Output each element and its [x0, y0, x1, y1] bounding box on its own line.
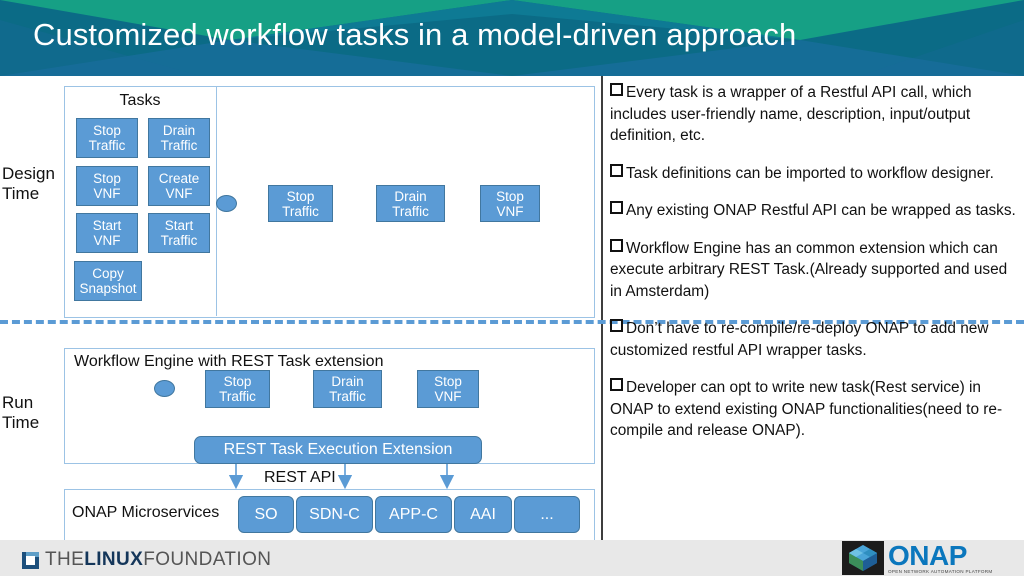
node-line2: Traffic [219, 389, 256, 404]
bullet-list: Every task is a wrapper of a Restful API… [610, 82, 1022, 552]
bullet-text: Task definitions can be imported to work… [626, 164, 994, 182]
bullet-text: Developer can opt to write new task(Rest… [610, 379, 1003, 439]
design-flow-start-node [216, 195, 237, 212]
chip-line1: Stop [93, 171, 121, 186]
chip-line1: Stop [93, 123, 121, 138]
chip-line2: Snapshot [79, 281, 137, 296]
bullet-item: Developer can opt to write new task(Rest… [610, 377, 1022, 442]
node-line2: Traffic [282, 203, 319, 219]
bullet-item: Task definitions can be imported to work… [610, 163, 1022, 185]
design-time-label: Design Time [2, 164, 55, 203]
run-flow-node-stop-traffic[interactable]: Stop Traffic [205, 370, 270, 408]
lf-foundation: FOUNDATION [143, 549, 272, 570]
task-chip-start-traffic[interactable]: Start Traffic [148, 213, 210, 253]
chip-line2: VNF [93, 186, 121, 201]
microservice-chip-sdn-c[interactable]: SDN-C [296, 496, 373, 533]
bullet-text: Workflow Engine has an common extension … [610, 239, 1008, 300]
linux-foundation-logo: THELINUXFOUNDATION [22, 549, 271, 571]
chip-line2: VNF [165, 186, 193, 201]
task-chip-create-vnf[interactable]: Create VNF [148, 166, 210, 206]
bullet-text: Any existing ONAP Restful API can be wra… [626, 202, 1016, 219]
lf-the: THE [45, 549, 85, 570]
chip-line2: Traffic [88, 138, 126, 153]
design-flow-node-stop-traffic[interactable]: Stop Traffic [268, 185, 333, 222]
onap-hexagon-icon [842, 541, 884, 575]
microservice-chip-so[interactable]: SO [238, 496, 294, 533]
node-line2: Traffic [329, 389, 366, 404]
chip-line2: Traffic [160, 233, 198, 248]
onap-tagline: OPEN NETWORK AUTOMATION PLATFORM [888, 568, 993, 574]
task-chip-stop-traffic[interactable]: Stop Traffic [76, 118, 138, 158]
bullet-item: Every task is a wrapper of a Restful API… [610, 82, 1022, 147]
node-line2: Traffic [392, 203, 429, 219]
bullet-square-icon [610, 378, 623, 391]
page-title: Customized workflow tasks in a model-dri… [33, 17, 797, 52]
node-line1: Drain [394, 188, 427, 204]
bullet-square-icon [610, 163, 623, 177]
microservice-chip-more[interactable]: ... [514, 496, 580, 533]
design-flow-node-stop-vnf[interactable]: Stop VNF [480, 185, 540, 222]
task-chip-start-vnf[interactable]: Start VNF [76, 213, 138, 253]
bullet-square-icon [610, 201, 623, 214]
node-line1: Stop [434, 374, 462, 389]
run-time-label: Run Time [2, 393, 40, 432]
node-line1: Stop [223, 374, 252, 389]
node-line1: Stop [496, 188, 524, 204]
chip-line1: Drain [162, 123, 196, 138]
bullet-text: Every task is a wrapper of a Restful API… [610, 84, 972, 144]
bullet-square-icon [610, 319, 623, 332]
chip-line1: Copy [92, 266, 124, 281]
column-divider [601, 76, 603, 540]
node-line1: Drain [331, 374, 364, 389]
node-line2: VNF [496, 203, 524, 219]
rest-task-execution-extension[interactable]: REST Task Execution Extension [194, 436, 482, 464]
design-flow-node-drain-traffic[interactable]: Drain Traffic [376, 185, 445, 222]
workflow-engine-title: Workflow Engine with REST Task extension [74, 353, 384, 370]
chip-line2: Traffic [160, 138, 198, 153]
microservice-chip-app-c[interactable]: APP-C [375, 496, 452, 533]
microservices-label: ONAP Microservices [72, 504, 220, 521]
run-flow-node-stop-vnf[interactable]: Stop VNF [417, 370, 479, 408]
task-chip-copy-snapshot[interactable]: Copy Snapshot [74, 261, 142, 301]
bullet-item: Don’t have to re-compile/re-deploy ONAP … [610, 318, 1022, 361]
onap-wordmark: ONAP [888, 539, 967, 571]
node-line1: Stop [286, 188, 315, 204]
bullet-text: Don’t have to re-compile/re-deploy ONAP … [610, 320, 989, 359]
bullet-item: Any existing ONAP Restful API can be wra… [610, 200, 1022, 222]
bullet-square-icon [610, 83, 623, 96]
chip-line1: Start [92, 218, 122, 233]
rest-api-label: REST API [264, 469, 336, 486]
node-line2: VNF [434, 389, 462, 404]
chip-line2: VNF [93, 233, 121, 248]
tasks-title: Tasks [119, 92, 161, 109]
lf-linux: LINUX [84, 549, 144, 570]
onap-logo: ONAP OPEN NETWORK AUTOMATION PLATFORM [842, 541, 993, 575]
run-flow-node-drain-traffic[interactable]: Drain Traffic [313, 370, 382, 408]
run-flow-start-node [154, 380, 175, 397]
task-chip-stop-vnf[interactable]: Stop VNF [76, 166, 138, 206]
chip-line1: Start [164, 218, 194, 233]
task-chip-drain-traffic[interactable]: Drain Traffic [148, 118, 210, 158]
linux-foundation-text: THELINUXFOUNDATION [45, 549, 271, 571]
slide-header: Customized workflow tasks in a model-dri… [0, 0, 1024, 76]
diagram-area: Design Time Tasks Stop Traffic Drain Traf… [0, 76, 601, 542]
bullet-square-icon [610, 238, 623, 252]
bullet-item: Workflow Engine has an common extension … [610, 238, 1022, 303]
linux-foundation-mark-icon [22, 551, 39, 569]
chip-line1: Create [158, 171, 200, 186]
microservice-chip-aai[interactable]: AAI [454, 496, 512, 533]
